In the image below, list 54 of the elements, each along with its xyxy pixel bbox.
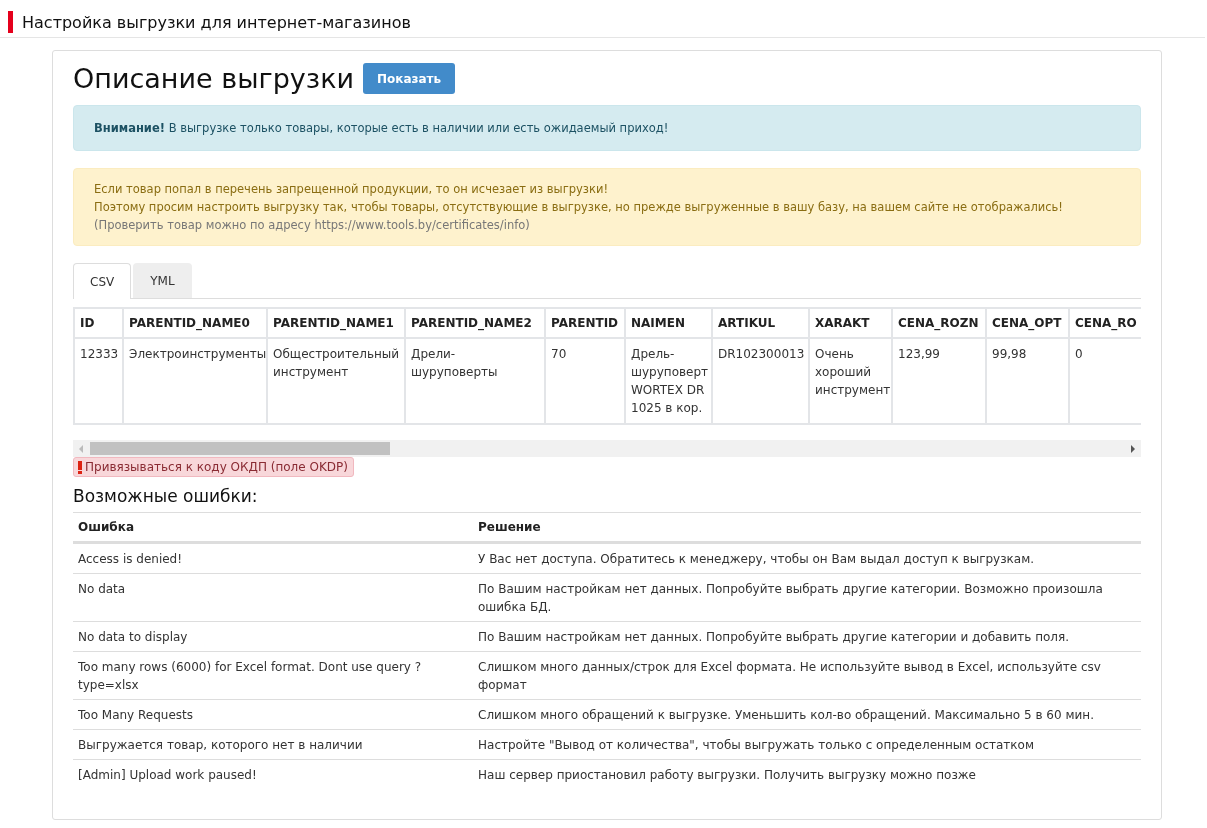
table-cell: Общестроительный инструмент xyxy=(267,338,405,424)
table-cell: 99,98 xyxy=(986,338,1069,424)
table-cell: Too Many Requests xyxy=(73,699,473,729)
column-header: Решение xyxy=(473,512,1141,542)
table-cell: Слишком много данных/строк для Excel формата. Не используйте вывод в Excel, используйте csv формат xyxy=(473,651,1141,699)
column-header: PARENTID_NAME2 xyxy=(405,308,545,338)
table-cell: Дрель-шуруповерт WORTEX DR 1025 в кор. xyxy=(625,338,712,424)
accent-bar xyxy=(8,11,13,33)
column-header: CENA_RO xyxy=(1069,308,1141,338)
format-tab[interactable]: CSV xyxy=(73,263,132,299)
table-cell: 12333 xyxy=(74,338,123,424)
table-cell: Too many rows (6000) for Excel format. Dont use query ?type=xlsx xyxy=(73,651,473,699)
scrollbar-thumb[interactable] xyxy=(90,442,390,455)
table-cell: Выгружается товар, которого нет в наличии xyxy=(73,729,473,759)
errors-title: Возможные ошибки: xyxy=(73,485,259,506)
column-header: XARAKT xyxy=(809,308,892,338)
table-cell: По Вашим настройкам нет данных. Попробуйте выбрать другие категории. Возможно произошла ошибка БД. xyxy=(473,573,1141,621)
table-cell: Электроинструменты xyxy=(123,338,267,424)
note-text: Привязываться к коду ОКДП (поле OKDP) xyxy=(85,460,348,474)
column-header: ARTIKUL xyxy=(712,308,809,338)
format-tab[interactable]: YML xyxy=(133,263,192,298)
table-cell: Слишком много обращений к выгрузке. Уменьшить кол-во обращений. Максимально 5 в 60 мин. xyxy=(473,699,1141,729)
column-header: PARENTID_NAME0 xyxy=(123,308,267,338)
table-cell: No data xyxy=(73,573,473,621)
show-button[interactable]: Показать xyxy=(363,63,456,94)
scroll-left-icon[interactable] xyxy=(78,445,84,453)
page-title: Настройка выгрузки для интернет-магазинов xyxy=(22,12,411,32)
horizontal-scrollbar[interactable] xyxy=(73,440,1141,457)
alert-text: Внимание! В выгрузке только товары, которые есть в наличии или есть ожидаемый приход! xyxy=(94,120,670,137)
table-cell: У Вас нет доступа. Обратитесь к менеджеру, чтобы он Вам выдал доступ к выгрузкам. xyxy=(473,542,1141,573)
alert-text: (Проверить товар можно по адресу https://www.tools.by/certificates/info) xyxy=(94,217,531,234)
column-header: CENA_OPT xyxy=(986,308,1069,338)
exclamation-icon xyxy=(78,460,82,474)
table-cell: Настройте "Вывод от количества", чтобы выгружать только с определенным остатком xyxy=(473,729,1141,759)
column-header: ID xyxy=(74,308,123,338)
table-cell: [Admin] Upload work paused! xyxy=(73,759,473,789)
column-header: CENA_ROZN xyxy=(892,308,986,338)
column-header: NAIMEN xyxy=(625,308,712,338)
table-cell: Наш сервер приостановил работу выгрузки. Получить выгрузку можно позже xyxy=(473,759,1141,789)
alert-text: Поэтому просим настроить выгрузку так, чтобы товары, отсутствующие в выгрузке, но прежде выгруженные в вашу базу, на вашем сайте не отображались! xyxy=(94,199,1064,216)
table-cell: No data to display xyxy=(73,621,473,651)
table-cell: 70 xyxy=(545,338,625,424)
scroll-right-icon[interactable] xyxy=(1130,445,1136,453)
column-header: PARENTID xyxy=(545,308,625,338)
alert-text: Если товар попал в перечень запрещенной продукции, то он исчезает из выгрузки! xyxy=(94,181,609,198)
table-cell: Очень хороший инструмент xyxy=(809,338,892,424)
table-cell: Access is denied! xyxy=(73,542,473,573)
table-cell: По Вашим настройкам нет данных. Попробуйте выбрать другие категории и добавить поля. xyxy=(473,621,1141,651)
column-header: PARENTID_NAME1 xyxy=(267,308,405,338)
table-cell: 123,99 xyxy=(892,338,986,424)
column-header: Ошибка xyxy=(73,512,473,542)
section-title: Описание выгрузки xyxy=(73,63,354,94)
table-cell: Дрели-шуруповерты xyxy=(405,338,545,424)
table-cell: DR102300013 xyxy=(712,338,809,424)
